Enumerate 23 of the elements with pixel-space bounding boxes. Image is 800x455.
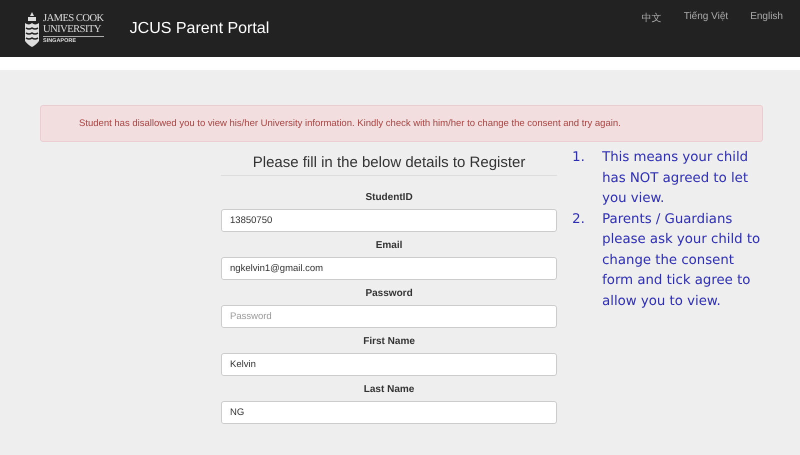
note-text: This means your child has NOT agreed to let you view.: [602, 149, 750, 208]
alert-message: Student has disallowed you to view his/her University information. Kindly check with him/her to change the consent and try again.: [40, 105, 763, 142]
logo-text: JAMES COOK: [43, 12, 104, 24]
field-label: Last Name: [362, 384, 416, 395]
portal-title: JCUS Parent Portal: [130, 20, 270, 38]
language-link[interactable]: English: [750, 11, 783, 25]
input-field[interactable]: ngkelvin1@gmail.com: [221, 257, 558, 280]
input-field[interactable]: Password: [221, 305, 558, 328]
language-link[interactable]: 中文: [642, 11, 662, 25]
field-label: StudentID: [364, 192, 414, 203]
field-label: Email: [374, 240, 404, 251]
logo-text: UNIVERSITY: [43, 24, 102, 34]
language-link[interactable]: Tiếng Việt: [684, 11, 728, 25]
input-field[interactable]: NG: [221, 401, 558, 424]
form-heading: Please fill in the below details to Register: [221, 154, 558, 176]
crest-icon: [24, 10, 40, 46]
note-text: Parents / Guardians please ask your child to change the consent form and tick agree to allow you to view.: [602, 210, 762, 310]
input-field[interactable]: 13850750: [221, 209, 558, 232]
list-number: 1.: [572, 149, 586, 167]
input-field[interactable]: Kelvin: [221, 353, 558, 376]
field-label: Password: [364, 288, 414, 299]
field-label: First Name: [362, 336, 416, 347]
list-number: 2.: [572, 210, 586, 228]
